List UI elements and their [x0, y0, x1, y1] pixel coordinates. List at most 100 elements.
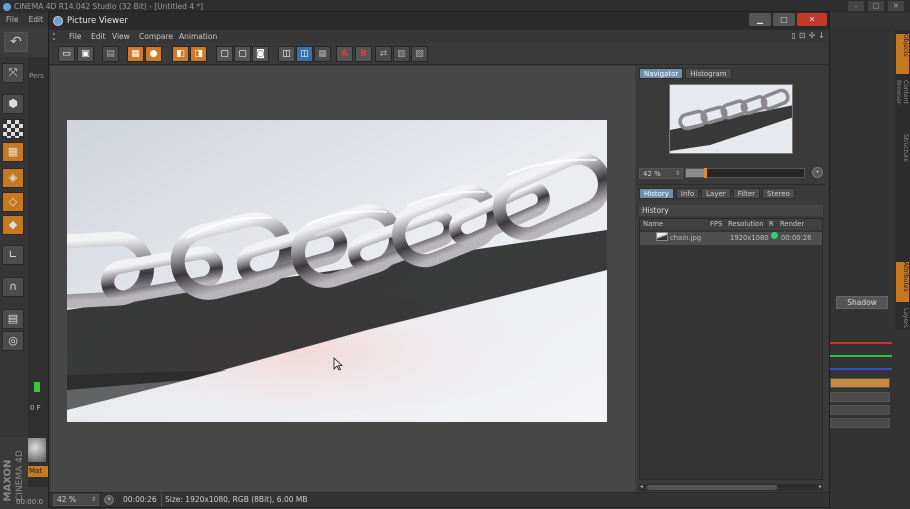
navigator-reset-button[interactable]: • [812, 167, 823, 178]
pv-menu-animation[interactable]: Animation [179, 30, 217, 43]
pv-menu-compare[interactable]: Compare [139, 30, 173, 43]
app-minimize-button[interactable]: – [848, 1, 864, 11]
pv-menu-edit[interactable]: Edit [91, 30, 106, 43]
move-tool-icon[interactable]: ⤧ [2, 63, 24, 83]
tab-navigator[interactable]: Navigator [639, 68, 684, 79]
col-fps[interactable]: FPS [710, 219, 722, 230]
status-reset-button[interactable]: • [104, 495, 114, 505]
texture-mode-icon[interactable] [2, 119, 24, 139]
undo-button[interactable]: ↶ [4, 32, 28, 52]
open-icon[interactable]: ▭ [58, 46, 75, 62]
sculpt-icon[interactable]: ◎ [2, 331, 24, 351]
orange-render-icon[interactable]: ▦ [127, 46, 144, 62]
table-row[interactable]: chain.jpg 1920x1080 00:00:26 [640, 232, 822, 245]
model-mode-icon[interactable]: ⬢ [2, 94, 24, 114]
pv-titlebar[interactable]: Picture Viewer ▁ □ ✕ [49, 12, 829, 30]
points-mode-icon[interactable]: ◈ [2, 168, 24, 188]
pv-minimize-button[interactable]: ▁ [749, 13, 771, 26]
polygons-mode-icon[interactable]: ◆ [2, 215, 24, 235]
pv-window-controls: ▁ □ ✕ [749, 13, 827, 26]
render-queue-icon[interactable]: ▤ [102, 46, 119, 62]
col-name[interactable]: Name [643, 219, 663, 230]
status-zoom-field[interactable]: 42 % ⇕ [53, 494, 99, 506]
picture-viewer-window: Picture Viewer ▁ □ ✕ File Edit View Comp… [48, 11, 830, 508]
material-swatch[interactable] [28, 438, 46, 462]
split-active-icon[interactable]: ◫ [296, 46, 313, 62]
row-render-time: 00:00:26 [781, 234, 812, 242]
diff-icon[interactable]: ▧ [411, 46, 428, 62]
attr-dropdown-1[interactable] [830, 392, 890, 402]
red-color-slider[interactable] [830, 342, 892, 344]
col-resolution[interactable]: Resolution [728, 219, 764, 230]
tab-histogram[interactable]: Histogram [685, 68, 732, 79]
app-window-controls: – □ ✕ [848, 1, 904, 11]
pv-status-bar: 42 % ⇕ • 00:00:26 Size: 1920x1080, RGB (… [49, 492, 829, 507]
navigator-zoom-field[interactable]: 42 % ⇕ [639, 168, 683, 179]
tab-stereo[interactable]: Stereo [762, 188, 795, 199]
pv-menu-view[interactable]: View [112, 30, 130, 43]
navigator-zoom-value: 42 % [643, 170, 661, 178]
image-viewport[interactable] [51, 66, 635, 492]
tab-objects[interactable]: Objects [896, 34, 909, 74]
tab-info[interactable]: Info [675, 188, 700, 199]
tab-attributes[interactable]: Attributes [896, 262, 909, 302]
frame-field[interactable]: 0 F [30, 404, 41, 412]
orange-settings-icon[interactable]: ◨ [190, 46, 207, 62]
tv-icon[interactable]: ◙ [252, 46, 269, 62]
col-r[interactable]: R [769, 219, 774, 230]
orange-user-icon[interactable]: ● [145, 46, 162, 62]
text-icon[interactable]: ▥ [393, 46, 410, 62]
rendered-image[interactable] [67, 120, 607, 422]
orange-export-icon[interactable]: ◧ [172, 46, 189, 62]
timeline-marker [34, 382, 40, 392]
tab-layer[interactable]: Layer [701, 188, 731, 199]
color-field[interactable] [830, 378, 890, 388]
tab-layers[interactable]: Layers [896, 308, 909, 334]
panel-toggle-icon[interactable]: ▯ [791, 31, 795, 40]
swap-icon[interactable]: ⇄ [375, 46, 392, 62]
chain-render-graphic [67, 120, 607, 422]
tab-filter[interactable]: Filter [732, 188, 761, 199]
ab-compare-icon[interactable]: ▢ [234, 46, 251, 62]
pin-icon[interactable]: ↓ [818, 31, 825, 40]
split-grid-icon[interactable]: ▦ [314, 46, 331, 62]
ab-view-icon[interactable]: ▢ [216, 46, 233, 62]
pv-maximize-button[interactable]: □ [773, 13, 795, 26]
axis-mode-icon[interactable]: ∟ [2, 245, 24, 265]
pv-menu-file[interactable]: File [69, 30, 82, 43]
save-icon[interactable]: ▣ [77, 46, 94, 62]
scroll-left-icon[interactable]: ◂ [640, 483, 643, 490]
app-menu-edit[interactable]: Edit [29, 13, 44, 27]
split-icon[interactable]: ◫ [278, 46, 295, 62]
lock-icon[interactable]: ▤ [2, 309, 24, 329]
stepper-icon[interactable]: ⇕ [91, 495, 96, 505]
tab-history[interactable]: History [639, 188, 674, 199]
zoom-slider-handle[interactable] [704, 168, 707, 178]
set-a-icon[interactable]: A [336, 46, 353, 62]
row-resolution: 1920x1080 [730, 234, 769, 242]
dock-icon[interactable]: ⊡ [799, 31, 806, 40]
history-column-headers: Name FPS Resolution R Render Time [640, 219, 822, 239]
scroll-right-icon[interactable]: ▸ [819, 483, 822, 490]
navigator-zoom-slider[interactable] [685, 168, 805, 178]
scrollbar-thumb[interactable] [647, 485, 777, 490]
tab-content-browser[interactable]: Content Browser [895, 80, 909, 130]
move-panel-icon[interactable]: ✢ [809, 31, 816, 40]
app-close-button[interactable]: ✕ [888, 1, 904, 11]
shadow-button[interactable]: Shadow [836, 296, 888, 309]
navigator-thumbnail[interactable] [669, 84, 793, 154]
green-color-slider[interactable] [830, 355, 892, 357]
pv-close-button[interactable]: ✕ [797, 13, 827, 26]
workplane-icon[interactable]: ▦ [2, 142, 24, 162]
attr-dropdown-3[interactable] [830, 418, 890, 428]
attr-dropdown-2[interactable] [830, 405, 890, 415]
app-maximize-button[interactable]: □ [868, 1, 884, 11]
snap-magnet-icon[interactable]: ∩ [2, 277, 24, 297]
set-b-icon[interactable]: B [355, 46, 372, 62]
blue-color-slider[interactable] [830, 368, 892, 370]
app-menu-file[interactable]: File [6, 13, 19, 27]
stepper-icon[interactable]: ⇕ [675, 169, 680, 179]
history-scrollbar[interactable]: ◂ ▸ [639, 483, 823, 491]
tab-structure[interactable]: Structure [896, 134, 909, 168]
edges-mode-icon[interactable]: ◇ [2, 192, 24, 212]
